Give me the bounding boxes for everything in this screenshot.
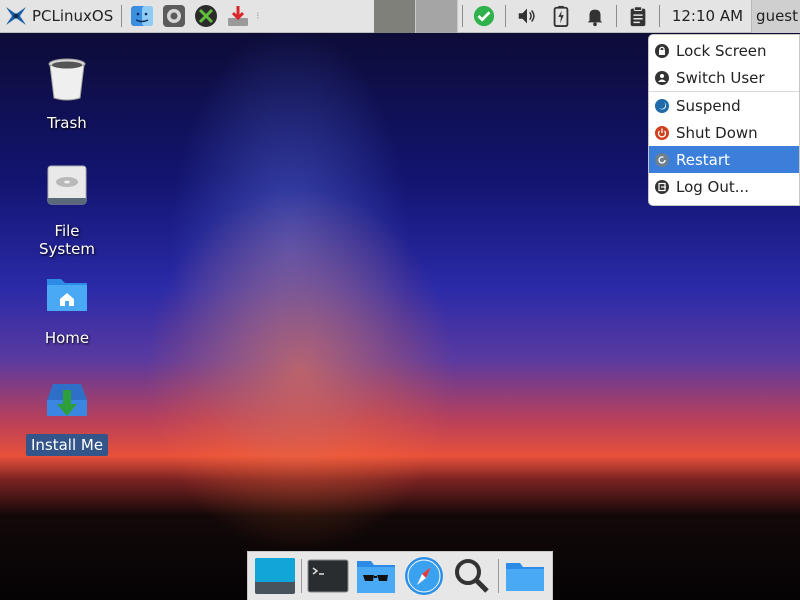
lock-icon <box>655 43 669 58</box>
folder-icon <box>506 563 544 591</box>
battery-tray[interactable] <box>548 3 574 29</box>
desktop-icon-trash[interactable]: Trash <box>22 54 112 134</box>
applications-menu-button[interactable]: PCLinuxOS <box>0 0 117 33</box>
menu-item-label: Restart <box>676 150 730 169</box>
logout-icon <box>655 179 669 194</box>
menu-label: PCLinuxOS <box>32 7 114 25</box>
user-menu-button[interactable]: guest <box>751 0 800 33</box>
pclinuxos-logo-icon <box>6 7 26 25</box>
menu-item-log-out[interactable]: Log Out... <box>649 173 799 200</box>
tools-launcher[interactable] <box>193 3 219 29</box>
dock-item-files[interactable] <box>503 554 547 598</box>
clipboard-icon <box>630 6 646 27</box>
desktop-icon-label: Home <box>44 329 90 347</box>
switch-user-icon <box>655 70 669 85</box>
download-icon <box>228 6 249 26</box>
compass-icon <box>405 557 443 595</box>
settings-launcher[interactable] <box>161 3 187 29</box>
dock-separator <box>498 559 499 593</box>
menu-item-label: Switch User <box>676 68 765 87</box>
panel-separator <box>121 5 123 27</box>
desktop-icon-label: File System <box>39 222 95 258</box>
bottom-dock <box>247 551 553 600</box>
dock-item-web-browser[interactable] <box>402 554 446 598</box>
tools-icon <box>195 5 218 27</box>
dock-item-search[interactable] <box>450 554 494 598</box>
menu-item-label: Suspend <box>676 96 741 115</box>
terminal-icon <box>307 559 349 593</box>
menu-item-label: Shut Down <box>676 123 758 142</box>
menu-item-label: Log Out... <box>676 177 750 196</box>
volume-icon <box>518 8 535 24</box>
dock-separator <box>301 559 302 593</box>
battery-charging-icon <box>553 5 569 27</box>
menu-item-switch-user[interactable]: Switch User <box>649 64 799 91</box>
user-action-menu: Lock Screen Switch User Suspend Shut Dow… <box>648 34 800 206</box>
suspend-icon <box>655 98 669 113</box>
check-circle-icon <box>473 5 494 27</box>
notifications-tray[interactable] <box>582 3 608 29</box>
menu-item-restart[interactable]: Restart <box>649 146 799 173</box>
clipboard-tray[interactable] <box>625 3 651 29</box>
restart-icon <box>655 152 669 167</box>
dock-item-show-desktop[interactable] <box>253 554 297 598</box>
desktop-icon-home[interactable]: Home <box>22 269 112 349</box>
hard-drive-icon <box>47 165 87 205</box>
volume-tray[interactable] <box>514 3 540 29</box>
menu-item-lock-screen[interactable]: Lock Screen <box>649 37 799 64</box>
panel-overflow-icon[interactable]: ⁝ <box>256 11 259 22</box>
menu-item-shut-down[interactable]: Shut Down <box>649 119 799 146</box>
home-folder-icon <box>47 279 87 311</box>
user-name: guest <box>756 7 798 25</box>
download-launcher[interactable] <box>225 3 251 29</box>
dock-item-file-manager-alt[interactable] <box>354 554 398 598</box>
install-icon <box>47 384 87 416</box>
power-icon <box>655 125 669 140</box>
workspace-2[interactable] <box>415 0 458 33</box>
menu-item-suspend[interactable]: Suspend <box>649 92 799 119</box>
panel-separator <box>658 5 660 27</box>
dock-item-terminal[interactable] <box>306 554 350 598</box>
finder-sunglasses-icon <box>357 561 395 593</box>
trash-icon <box>48 58 86 101</box>
panel-separator <box>504 5 506 27</box>
finder-icon <box>131 6 154 26</box>
panel-separator <box>461 5 463 27</box>
search-icon <box>455 559 489 593</box>
desktop-icon-install-me[interactable]: Install Me <box>22 376 112 456</box>
update-status-tray[interactable] <box>471 3 497 29</box>
top-panel: PCLinuxOS ⁝ 12:10 AM guest <box>0 0 800 33</box>
settings-icon <box>163 5 186 27</box>
desktop-icon-label: Trash <box>47 114 87 132</box>
show-desktop-icon <box>255 558 295 594</box>
desktop-icon-label: Install Me <box>25 434 109 456</box>
bell-icon <box>587 9 603 27</box>
panel-separator <box>615 5 617 27</box>
desktop-icon-file-system[interactable]: File System <box>22 162 112 260</box>
finder-launcher[interactable] <box>129 3 155 29</box>
clock[interactable]: 12:10 AM <box>672 7 743 25</box>
workspace-1[interactable] <box>373 0 416 33</box>
menu-item-label: Lock Screen <box>676 41 767 60</box>
